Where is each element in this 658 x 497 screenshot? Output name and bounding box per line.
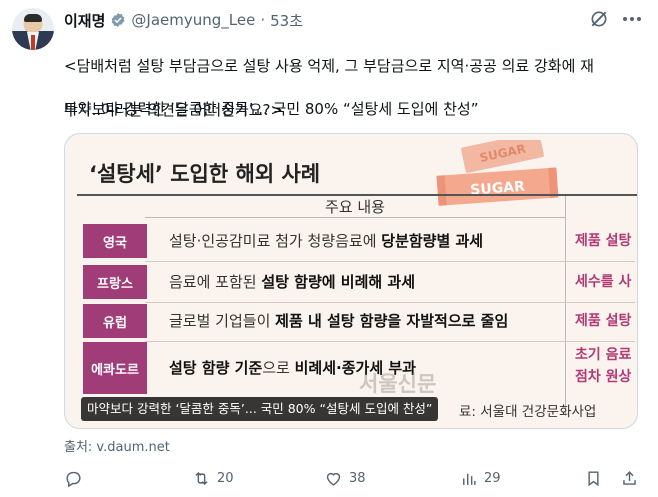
description-cell: 글로벌 기업들이 제품 내 설탕 함량을 자발적으로 줄임 (169, 312, 509, 330)
author-name[interactable]: 이재명 (64, 10, 105, 31)
grok-icon[interactable] (589, 9, 609, 29)
table-row: 영국 설탕·인공감미료 첨가 청량음료에 당분함량별 과세 제품 설탕 (83, 224, 637, 258)
description-cell: 설탕·인공감미료 첨가 청량음료에 당분함량별 과세 (169, 232, 484, 250)
table-row: 유럽 글로벌 기업들이 제품 내 설탕 함량을 자발적으로 줄임 제품 설탕 (83, 304, 637, 338)
source-link[interactable]: 출처: v.daum.net (64, 436, 170, 455)
country-cell: 에콰도르 (83, 342, 147, 394)
avatar-hair (24, 14, 42, 22)
tweet-headline: 마약보다 강력한 ‘달콤한 중독’... 국민 80% “설탕세 도입에 찬성” (64, 100, 479, 118)
extra-cell: 초기 음료 (575, 347, 632, 363)
reply-button[interactable] (64, 466, 89, 490)
tweet-timestamp[interactable]: 53초 (270, 10, 303, 31)
author-handle[interactable]: @Jaemyung_Lee (131, 11, 255, 29)
author-avatar[interactable] (12, 8, 54, 50)
tweet-body: <담배처럼 설탕 부담금으로 설탕 사용 억제, 그 부담금으로 지역·공공 의… (64, 33, 644, 143)
row-divider (145, 261, 635, 262)
views-button[interactable]: 29 (459, 466, 501, 490)
more-options-icon[interactable] (620, 9, 644, 29)
country-cell: 프랑스 (83, 265, 147, 299)
tweet-actions: 20 38 29 (64, 466, 644, 490)
heart-icon (326, 472, 341, 486)
image-caption: 마약보다 강력한 ‘달콤한 중독’... 국민 80% “설탕세 도입에 찬성” (81, 397, 439, 421)
verified-badge-icon (112, 13, 125, 27)
table-row: 프랑스 음료에 포함된 설탕 함량에 비례해 과세 세수를 사 (83, 265, 637, 299)
retweet-button[interactable]: 20 (192, 466, 234, 490)
retweet-icon (195, 471, 208, 485)
like-count: 38 (349, 470, 366, 486)
country-cell: 영국 (83, 224, 147, 258)
link-card-image[interactable]: ‘설탕세’ 도입한 해외 사례 SUGAR SUGAR 주요 내용 영국 설탕·… (64, 133, 638, 429)
tweet-line-1: <담배처럼 설탕 부담금으로 설탕 사용 억제, 그 부담금으로 지역·공공 의… (64, 57, 594, 75)
like-button[interactable]: 38 (324, 466, 366, 490)
extra-cell: 점차 원상 (575, 369, 632, 385)
extra-cell: 세수를 사 (575, 274, 632, 290)
country-cell: 유럽 (83, 304, 147, 338)
share-icon (623, 470, 636, 485)
newspaper-watermark: 서울신문 (359, 372, 437, 396)
bookmark-icon (588, 470, 599, 486)
views-count: 29 (484, 470, 501, 486)
chart-source: 료: 서울대 건강문화사업 (459, 404, 597, 420)
row-divider (145, 302, 635, 303)
views-icon (463, 473, 476, 485)
card-title: ‘설탕세’ 도입한 해외 사례 (89, 162, 321, 186)
header-separator: · (260, 11, 266, 29)
avatar-tie (31, 35, 35, 50)
retweet-count: 20 (217, 470, 234, 486)
extra-cell: 제품 설탕 (575, 313, 632, 329)
tweet-header: 이재명 @Jaemyung_Lee · 53초 (64, 9, 303, 31)
column-header: 주요 내용 (145, 196, 565, 218)
description-cell: 음료에 포함된 설탕 함량에 비례해 과세 (169, 273, 416, 291)
bookmark-button[interactable] (584, 466, 603, 490)
reply-icon (66, 471, 81, 487)
share-button[interactable] (620, 466, 639, 490)
extra-cell: 제품 설탕 (575, 233, 632, 249)
